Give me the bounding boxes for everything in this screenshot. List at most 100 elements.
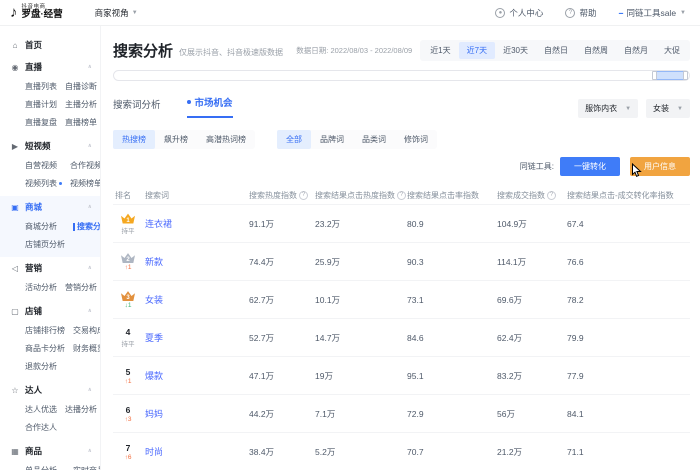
sidebar-item-live-replay[interactable]: 直播复盘: [25, 117, 57, 128]
filter-hot-board[interactable]: 热搜榜: [113, 130, 155, 149]
range-natural-month[interactable]: 自然月: [616, 42, 656, 59]
chevron-up-icon: ∧: [87, 308, 92, 314]
sidebar-item-anchor-analysis[interactable]: 主播分析: [65, 99, 97, 110]
sidebar-section-mall[interactable]: ▣ 商城 ∧: [0, 196, 100, 218]
sidebar-item-realtime-products[interactable]: 实时商品: [73, 465, 100, 470]
tool-entry-dropdown[interactable]: -- 同链工具sale ▼: [618, 7, 686, 19]
sidebar-item-mall-analysis[interactable]: 商城分析: [25, 221, 65, 232]
col-keyword: 搜索词: [145, 190, 169, 200]
sidebar-item-live-ranking[interactable]: 直播榜单: [65, 117, 97, 128]
sidebar-item-talent-live-analysis[interactable]: 达播分析: [65, 404, 97, 415]
filter-high-potential-board[interactable]: 高潜热词榜: [197, 130, 255, 149]
sidebar-item-home[interactable]: ⌂ 首页: [0, 34, 100, 56]
sidebar-item-marketing-analysis[interactable]: 营销分析: [65, 282, 97, 293]
rank-bronze-crown-icon: 3: [121, 290, 135, 301]
keyword-link[interactable]: 爆款: [143, 369, 247, 382]
sidebar-item-video-ranking[interactable]: 视频榜单: [70, 178, 100, 189]
help-link[interactable]: ? 帮助: [565, 7, 596, 19]
sidebar-item-activity-analysis[interactable]: 活动分析: [25, 282, 57, 293]
keyword-link[interactable]: 妈妈: [143, 407, 247, 420]
user-icon: ●: [495, 7, 506, 18]
rank-change: ↑6: [124, 453, 132, 461]
info-icon[interactable]: ?: [299, 190, 308, 200]
sidebar-item-coop-talent[interactable]: 合作达人: [25, 422, 57, 433]
tab-market-opportunity[interactable]: 市场机会: [186, 95, 233, 118]
sidebar-label-marketing: 营销: [25, 263, 43, 273]
sidebar-section-marketing[interactable]: ◁ 营销 ∧: [0, 257, 100, 279]
sidebar-item-product-card-analysis[interactable]: 商品卡分析: [25, 343, 65, 354]
perspective-dropdown[interactable]: 商家视角 ▼: [95, 7, 138, 19]
heat-value: 62.7万: [249, 294, 275, 305]
keyword-link[interactable]: 夏季: [143, 331, 247, 344]
filter-rising-board[interactable]: 飙升榜: [155, 130, 197, 149]
rank-number: 7: [125, 442, 131, 453]
conv-value: 84.1: [567, 408, 584, 419]
keyword-link[interactable]: 女装: [143, 293, 247, 306]
filter-category-words[interactable]: 品类词: [353, 130, 395, 149]
sidebar-section-talent[interactable]: ☆ 达人 ∧: [0, 379, 100, 401]
chevron-down-icon: ▼: [625, 105, 632, 112]
sidebar-item-talent-select[interactable]: 达人优选: [25, 404, 57, 415]
slider-thumb[interactable]: [652, 71, 688, 80]
rank-number: 6: [125, 404, 131, 415]
app-logo[interactable]: ♪ 抖音电商 罗盘·经营: [10, 4, 63, 21]
category-select[interactable]: 服饰内衣 ▼: [578, 99, 639, 118]
sidebar-item-live-list[interactable]: 直播列表: [25, 81, 57, 92]
sidebar-section-live[interactable]: ◉ 直播 ∧: [0, 56, 100, 78]
filter-brand-words[interactable]: 品牌词: [311, 130, 353, 149]
slider-handle-right[interactable]: [683, 71, 688, 80]
sidebar-item-shop-page-analysis[interactable]: 店铺页分析: [25, 239, 65, 250]
range-30d[interactable]: 近30天: [495, 42, 536, 59]
sidebar-item-live-plan[interactable]: 直播计划: [25, 99, 57, 110]
date-range-slider[interactable]: [113, 70, 690, 81]
filter-modifier-words[interactable]: 修饰词: [395, 130, 437, 149]
click-rate-value: 80.9: [407, 218, 424, 229]
sidebar-item-shop-ranking[interactable]: 店铺排行榜: [25, 325, 65, 336]
data-date-label: 数据日期: 2022/08/03 - 2022/08/09: [296, 46, 413, 55]
rank-number: 5: [125, 366, 131, 377]
keyword-link[interactable]: 新款: [143, 255, 247, 268]
sidebar-item-finance-overview[interactable]: 财务概览: [73, 343, 100, 354]
sidebar-label-shop: 店铺: [25, 306, 43, 316]
sidebar-item-single-product-analysis[interactable]: 单品分析: [25, 465, 65, 470]
range-natural-day[interactable]: 自然日: [536, 42, 576, 59]
keyword-link[interactable]: 连衣裙: [143, 217, 247, 230]
sidebar-section-shop[interactable]: ▢ 店铺 ∧: [0, 300, 100, 322]
one-key-convert-button[interactable]: 一键转化: [560, 157, 620, 176]
sidebar-item-search-analysis[interactable]: 搜索分析: [73, 221, 100, 232]
filter-all-words[interactable]: 全部: [277, 130, 311, 149]
sidebar-item-refund-analysis[interactable]: 退款分析: [25, 361, 65, 372]
table-header: 排名 搜索词 搜索热度指数? 搜索结果点击热度指数? 搜索结果点击率指数 搜索成…: [113, 186, 690, 204]
sidebar-item-selfcast-diagnosis[interactable]: 自播诊断: [65, 81, 97, 92]
deal-value: 56万: [497, 408, 515, 419]
page-subtitle: 仅展示抖音、抖音极速版数据: [179, 47, 284, 57]
table-row: 7 ↑6 时尚 38.4万 5.2万 70.7 21.2万 71.1: [113, 432, 690, 470]
keyword-link[interactable]: 时尚: [143, 445, 247, 458]
personal-center-link[interactable]: ● 个人中心: [495, 7, 543, 19]
range-promo[interactable]: 大促: [656, 42, 688, 59]
chevron-down-icon: ▼: [131, 9, 138, 16]
chevron-up-icon: ∧: [87, 143, 92, 149]
range-1d[interactable]: 近1天: [422, 42, 458, 59]
sidebar-section-short-video[interactable]: ▶ 短视频 ∧: [0, 135, 100, 157]
conv-value: 76.6: [567, 256, 584, 267]
board-filter-group: 热搜榜 飙升榜 高潜热词榜: [113, 130, 255, 149]
live-icon: ◉: [11, 62, 19, 72]
sidebar-item-video-list[interactable]: 视频列表: [25, 178, 62, 189]
col-conv: 搜索结果点击-成交转化率指数: [567, 190, 674, 200]
sidebar-section-goods[interactable]: ▦ 商品 ∧: [0, 440, 100, 462]
chevron-up-icon: ∧: [87, 204, 92, 210]
sidebar-item-own-video[interactable]: 自营视频: [25, 160, 62, 171]
date-range-group: 近1天 近7天 近30天 自然日 自然周 自然月 大促: [420, 40, 690, 61]
sidebar-item-trade-structure[interactable]: 交易构成: [73, 325, 100, 336]
range-7d[interactable]: 近7天: [458, 42, 496, 59]
user-info-button[interactable]: 用户信息: [630, 157, 690, 176]
subcategory-select[interactable]: 女装 ▼: [646, 99, 690, 118]
info-icon[interactable]: ?: [547, 190, 556, 200]
sidebar-item-coop-video[interactable]: 合作视频: [70, 160, 100, 171]
range-natural-week[interactable]: 自然周: [576, 42, 616, 59]
slider-handle-left[interactable]: [652, 71, 657, 80]
tab-search-word-analysis[interactable]: 搜索词分析: [113, 97, 161, 118]
click-heat-value: 14.7万: [315, 332, 341, 343]
brand-title: 罗盘·经营: [21, 9, 63, 21]
